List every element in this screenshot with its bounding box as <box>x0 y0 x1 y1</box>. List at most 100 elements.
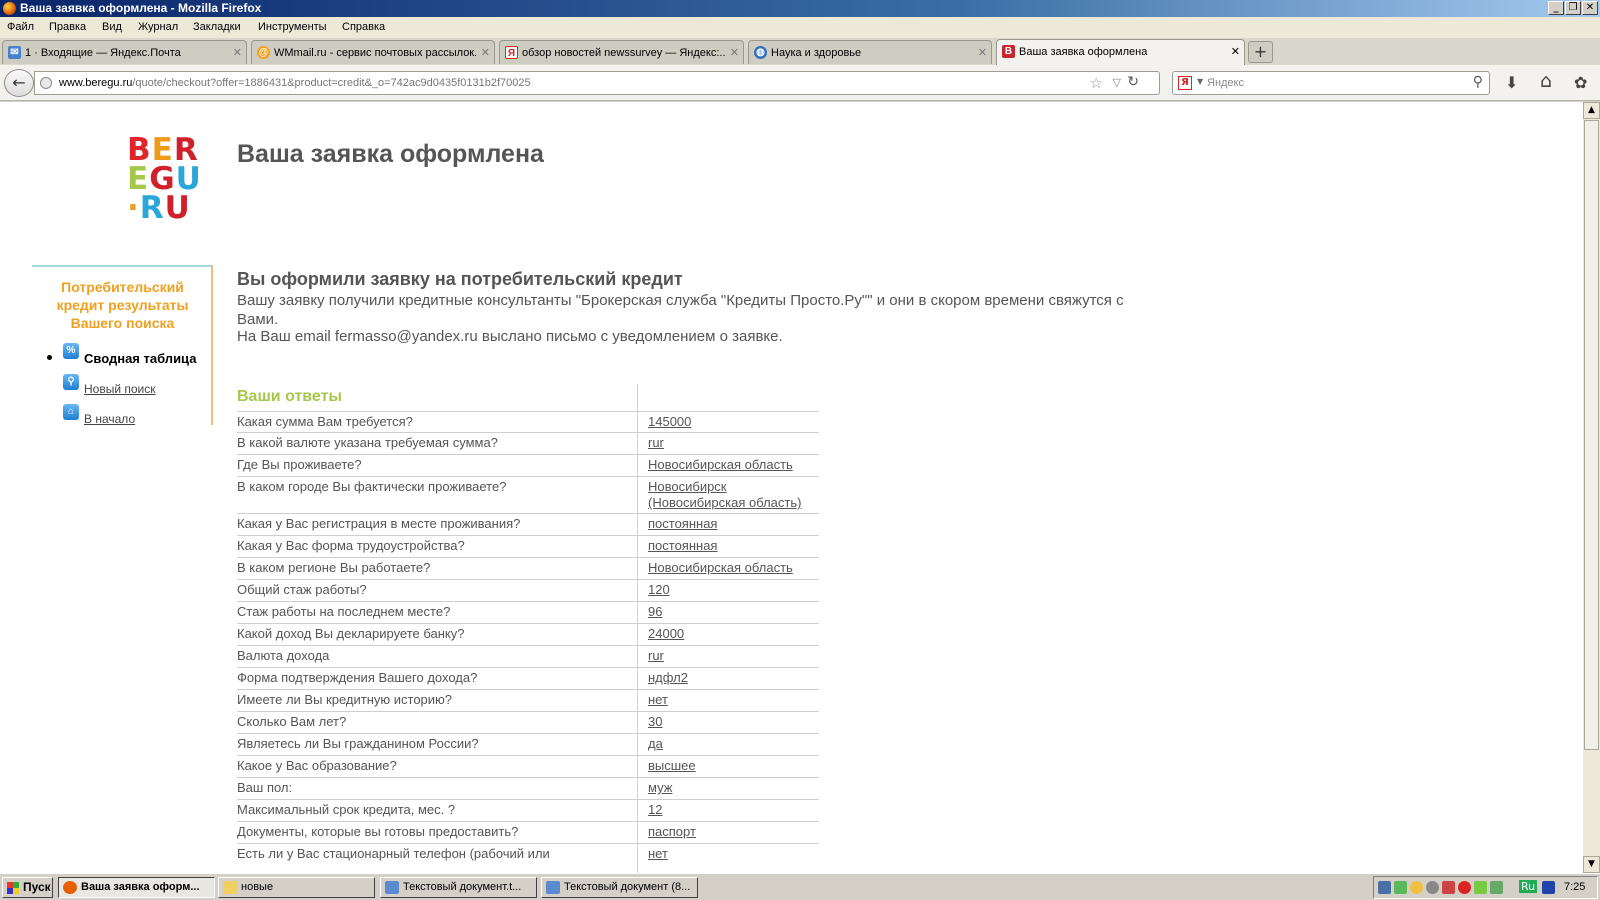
logo-row: ·RU <box>127 193 202 224</box>
url-text[interactable]: www.beregu.ru/quote/checkout?offer=18864… <box>59 77 531 89</box>
home-icon: ⌂ <box>63 404 79 420</box>
update-icon[interactable] <box>1426 881 1439 894</box>
back-button[interactable]: ← <box>4 69 34 97</box>
url-bar[interactable]: www.beregu.ru/quote/checkout?offer=18864… <box>34 71 1160 95</box>
messenger-icon[interactable] <box>1410 881 1423 894</box>
answer-link[interactable]: 145000 <box>648 414 819 430</box>
close-icon[interactable]: ✕ <box>233 46 242 59</box>
reload-icon[interactable]: ↻ <box>1127 74 1139 90</box>
start-button[interactable]: Пуск <box>2 877 53 898</box>
media-icon[interactable] <box>1542 881 1555 894</box>
sidebar-item-label[interactable]: В начало <box>84 412 135 426</box>
percent-icon: % <box>63 343 79 359</box>
close-window-button[interactable]: ✕ <box>1582 1 1598 15</box>
network-icon[interactable] <box>1378 881 1391 894</box>
new-tab-button[interactable]: + <box>1248 41 1273 63</box>
column-divider <box>637 412 638 432</box>
home-icon[interactable]: ⌂ <box>1540 70 1552 92</box>
menu-history[interactable]: Журнал <box>138 21 178 33</box>
close-icon[interactable]: ✕ <box>978 46 987 59</box>
url-history-dropdown-icon[interactable]: ▽ <box>1113 76 1121 89</box>
vertical-scrollbar[interactable]: ▲ ▼ <box>1583 102 1600 873</box>
tab-mail[interactable]: ✉ 1 · Входящие — Яндекс.Почта ✕ <box>2 40 247 64</box>
wmmail-icon: @ <box>257 46 270 59</box>
bullet <box>47 355 52 360</box>
question-cell: Ваш пол: <box>237 780 293 795</box>
close-icon[interactable]: ✕ <box>1231 45 1240 58</box>
tab-science[interactable]: ◍ Наука и здоровье ✕ <box>748 40 992 64</box>
sidebar-item-label[interactable]: Новый поиск <box>84 382 156 396</box>
table-row: Какая сумма Вам требуется? 145000 <box>237 411 819 433</box>
tab-newssurvey[interactable]: Я обзор новостей newssurvey — Яндекс:...… <box>499 40 744 64</box>
antivirus-icon[interactable] <box>1458 881 1471 894</box>
answer-link[interactable]: да <box>648 736 819 752</box>
answer-link[interactable]: паспорт <box>648 824 819 840</box>
bookmark-star-icon[interactable]: ☆ <box>1090 74 1103 92</box>
answer-link[interactable]: 12 <box>648 802 819 818</box>
answer-link[interactable]: высшее <box>648 758 819 774</box>
menu-view[interactable]: Вид <box>102 21 122 33</box>
menu-bookmarks[interactable]: Закладки <box>193 21 241 33</box>
menu-file[interactable]: Файл <box>7 21 34 33</box>
addons-icon[interactable]: ✿ <box>1574 73 1587 92</box>
tab-wmmail[interactable]: @ WMmail.ru - сервис почтовых рассылок..… <box>251 40 495 64</box>
table-row: Есть ли у Вас стационарный телефон (рабо… <box>237 844 819 873</box>
table-row: Ваш пол: муж <box>237 778 819 800</box>
firefox-icon <box>63 881 77 894</box>
folder-icon <box>223 881 237 894</box>
yandex-icon[interactable]: Я <box>1178 76 1192 90</box>
answer-link[interactable]: 120 <box>648 582 819 598</box>
app-icon[interactable] <box>1442 881 1455 894</box>
answer-link[interactable]: rur <box>648 435 819 451</box>
taskbar-item-folder[interactable]: новые <box>218 877 375 898</box>
search-input[interactable]: Яндекс <box>1207 77 1244 89</box>
column-divider <box>637 602 638 623</box>
answer-link[interactable]: 30 <box>648 714 819 730</box>
nvidia-icon[interactable] <box>1474 881 1487 894</box>
scroll-down-button[interactable]: ▼ <box>1583 856 1600 873</box>
answer-link[interactable]: Новосибирская область <box>648 560 819 576</box>
search-bar[interactable]: Я ▼ Яндекс ⚲ <box>1172 71 1490 95</box>
search-icon[interactable]: ⚲ <box>1473 74 1483 90</box>
answer-link[interactable]: муж <box>648 780 819 796</box>
maximize-button[interactable]: ❐ <box>1565 1 1581 15</box>
taskbar-item-notepad-2[interactable]: Текстовый документ (8... <box>541 877 698 898</box>
close-icon[interactable]: ✕ <box>730 46 739 59</box>
scroll-up-button[interactable]: ▲ <box>1583 102 1600 119</box>
minimize-button[interactable]: _ <box>1548 1 1564 15</box>
tab-beregu[interactable]: B Ваша заявка оформлена ✕ <box>996 39 1245 65</box>
tab-bar: ✉ 1 · Входящие — Яндекс.Почта ✕ @ WMmail… <box>0 38 1600 65</box>
column-divider <box>637 822 638 843</box>
menu-edit[interactable]: Правка <box>49 21 86 33</box>
beregu-logo[interactable]: BER EGU ·RU <box>127 135 202 224</box>
answer-link[interactable]: нет <box>648 846 819 862</box>
site-identity-icon[interactable] <box>40 77 52 89</box>
download-icon[interactable]: ⬇ <box>1505 73 1518 92</box>
table-row: Где Вы проживаете? Новосибирская область <box>237 455 819 477</box>
email-notice: На Ваш email fermasso@yandex.ru выслано … <box>237 328 783 345</box>
taskbar-item-firefox[interactable]: Ваша заявка оформ... <box>58 877 215 898</box>
language-indicator[interactable]: Ru <box>1519 880 1538 893</box>
scroll-thumb[interactable] <box>1584 120 1599 750</box>
answer-link[interactable]: 24000 <box>648 626 819 642</box>
answer-link[interactable]: Новосибирская область <box>648 457 819 473</box>
answer-link[interactable]: нет <box>648 692 819 708</box>
answer-link[interactable]: постоянная <box>648 516 819 532</box>
taskbar-item-notepad-1[interactable]: Текстовый документ.t... <box>380 877 537 898</box>
answer-link[interactable]: Новосибирск (Новосибирская область) <box>648 479 819 511</box>
menu-tools[interactable]: Инструменты <box>258 21 327 33</box>
answer-link[interactable]: постоянная <box>648 538 819 554</box>
answer-link[interactable]: ндфл2 <box>648 670 819 686</box>
answers-table: Ваши ответы Какая сумма Вам требуется? 14… <box>237 384 819 873</box>
volume-icon[interactable] <box>1490 881 1503 894</box>
question-cell: В какой валюте указана требуемая сумма? <box>237 435 498 450</box>
close-icon[interactable]: ✕ <box>481 46 490 59</box>
table-row: Валюта дохода rur <box>237 646 819 668</box>
answer-link[interactable]: rur <box>648 648 819 664</box>
search-engine-dropdown-icon[interactable]: ▼ <box>1197 77 1203 86</box>
table-row: Какая у Вас форма трудоустройства? постоя… <box>237 536 819 558</box>
answer-link[interactable]: 96 <box>648 604 819 620</box>
menu-help[interactable]: Справка <box>342 21 385 33</box>
column-divider <box>637 580 638 601</box>
security-icon[interactable] <box>1394 881 1407 894</box>
